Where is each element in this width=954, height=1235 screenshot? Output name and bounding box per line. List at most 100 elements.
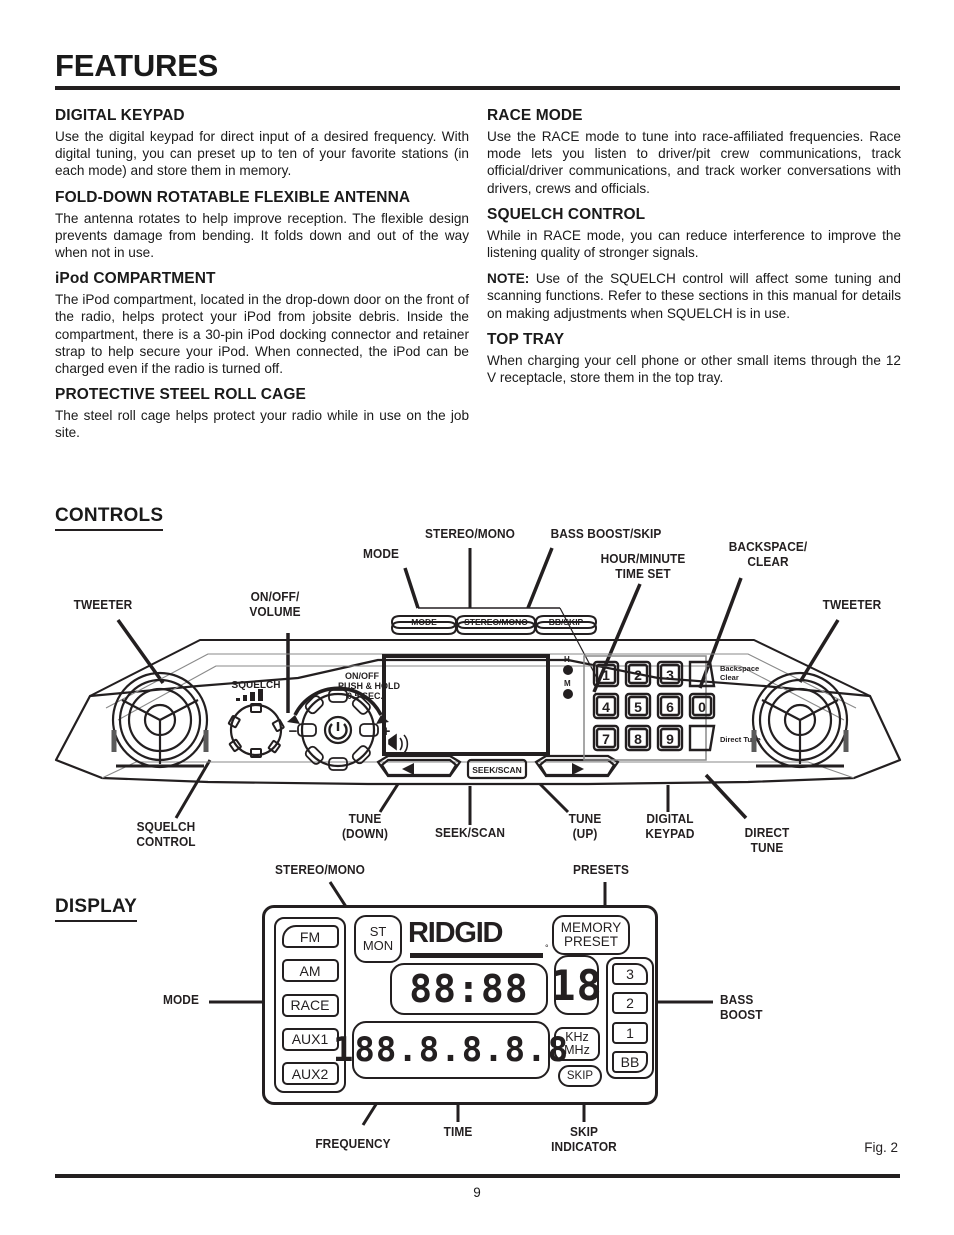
svg-text:3: 3 bbox=[666, 667, 674, 683]
lcd-brand-registered-mark: ° bbox=[545, 943, 549, 953]
lcd-memory-label: MEMORY bbox=[560, 920, 622, 935]
controls-section-heading: CONTROLS bbox=[55, 505, 164, 531]
heading-race-mode: RACE MODE bbox=[487, 107, 583, 124]
svg-text:2: 2 bbox=[634, 667, 642, 683]
callout-mode: MODE bbox=[363, 546, 399, 561]
lcd-preset-1: 1 bbox=[612, 1021, 648, 1044]
callout-tune-up: TUNE (UP) bbox=[568, 811, 602, 841]
paragraph-ipod-compartment: The iPod compartment, located in the dro… bbox=[55, 292, 469, 377]
paragraph-race-mode: Use the RACE mode to tune into race-affi… bbox=[487, 129, 901, 196]
callout-tune-down: TUNE (DOWN) bbox=[341, 811, 389, 841]
svg-text:8: 8 bbox=[634, 731, 642, 747]
lcd-units-indicator: KHz MHz bbox=[554, 1027, 600, 1061]
callout-seek-scan: SEEK/SCAN bbox=[434, 825, 506, 840]
lcd-mhz-label: MHz bbox=[564, 1043, 590, 1057]
lcd-preset-indicator-column: 3 2 1 BB bbox=[606, 957, 654, 1079]
lcd-brand-logo: RIDGID bbox=[408, 917, 504, 949]
svg-text:7: 7 bbox=[602, 731, 610, 747]
lcd-preset-bb: BB bbox=[612, 1050, 648, 1073]
radio-keypad: 123 4560 789 Backspace Clear Direct Tune bbox=[592, 660, 761, 752]
svg-text:6: 6 bbox=[666, 699, 674, 715]
svg-text:0: 0 bbox=[698, 699, 706, 715]
svg-text:1: 1 bbox=[602, 667, 610, 683]
right-text-column: RACE MODE Use the RACE mode to tune into… bbox=[487, 107, 901, 386]
callout-backspace-clear: BACKSPACE/ CLEAR bbox=[728, 539, 808, 569]
title-divider bbox=[55, 86, 900, 90]
page-number: 9 bbox=[473, 1185, 481, 1200]
radio-button-mode-label: MODE bbox=[411, 617, 437, 627]
svg-text:M: M bbox=[564, 679, 571, 688]
heading-top-tray: TOP TRAY bbox=[487, 330, 565, 348]
radio-button-seek-scan-label: SEEK/SCAN bbox=[472, 765, 522, 775]
panel-label-on-off-2: PUSH & HOLD bbox=[338, 681, 401, 691]
radio-lcd-screen bbox=[382, 654, 550, 756]
paragraph-top-tray: When charging your cell phone or other s… bbox=[487, 352, 901, 386]
lcd-brand-underline bbox=[410, 953, 543, 958]
svg-text:H: H bbox=[564, 655, 570, 664]
lcd-memory-digit-value: 18 bbox=[550, 960, 603, 1010]
panel-label-minus: − bbox=[289, 723, 298, 740]
callout-squelch-control: SQUELCH CONTROL bbox=[136, 819, 196, 849]
lcd-time-field: 88:88 bbox=[390, 963, 548, 1015]
lcd-mode-fm: FM bbox=[281, 925, 339, 948]
note-label: NOTE: bbox=[487, 271, 530, 287]
lcd-frequency-field: 188.8.8.8.8 bbox=[333, 1021, 568, 1079]
lcd-mode-aux1: AUX1 bbox=[281, 1027, 339, 1051]
display-section-heading: DISPLAY bbox=[55, 896, 138, 922]
heading-digital-keypad: DIGITAL KEYPAD bbox=[55, 107, 185, 124]
footer-divider bbox=[55, 1174, 900, 1178]
radio-button-bb-skip-label: BB/SKIP bbox=[549, 617, 584, 627]
lcd-mode-aux2: AUX2 bbox=[281, 1062, 339, 1085]
note-text: Use of the SQUELCH control will affect s… bbox=[487, 271, 901, 321]
lcd-preset-2: 2 bbox=[612, 992, 648, 1015]
svg-text:5: 5 bbox=[634, 699, 642, 715]
callout-hour-minute-time-set: HOUR/MINUTE TIME SET bbox=[600, 551, 686, 581]
panel-label-on-off-3: 0.5 SEC. bbox=[347, 691, 383, 701]
callout-display-mode: MODE bbox=[163, 992, 199, 1007]
lcd-mode-race: RACE bbox=[281, 993, 339, 1017]
paragraph-roll-cage: The steel roll cage helps protect your r… bbox=[55, 408, 469, 441]
callout-direct-tune: DIRECT TUNE bbox=[744, 825, 790, 855]
lcd-mon-label: MON bbox=[362, 938, 394, 953]
tune-up-arrow-icon bbox=[572, 763, 584, 775]
heading-antenna: FOLD-DOWN ROTATABLE FLEXIBLE ANTENNA bbox=[55, 188, 411, 206]
radio-top-buttons: MODE STEREO/MONO BB/SKIP bbox=[390, 615, 598, 635]
heading-squelch-control: SQUELCH CONTROL bbox=[487, 205, 646, 223]
heading-roll-cage: PROTECTIVE STEEL ROLL CAGE bbox=[55, 386, 306, 404]
panel-label-clear: Clear bbox=[720, 673, 739, 682]
left-text-column: DIGITAL KEYPAD Use the digital keypad fo… bbox=[55, 107, 469, 442]
tune-down-arrow-icon bbox=[402, 763, 414, 775]
paragraph-antenna: The antenna rotates to help improve rece… bbox=[55, 210, 469, 261]
lcd-display-diagram: FM AM RACE AUX1 AUX2 ST MON RIDGID ° 88:… bbox=[262, 905, 658, 1105]
callout-display-skip-indicator: SKIP INDICATOR bbox=[551, 1124, 617, 1154]
paragraph-digital-keypad: Use the digital keypad for direct input … bbox=[55, 129, 469, 179]
lcd-st-label: ST bbox=[369, 924, 387, 939]
lcd-time-value: 88:88 bbox=[409, 967, 529, 1011]
radio-button-stereo-mono-label: STEREO/MONO bbox=[464, 617, 528, 627]
paragraph-note: NOTE: Use of the SQUELCH control will af… bbox=[487, 270, 901, 322]
lcd-frequency-value: 188.8.8.8.8 bbox=[332, 1030, 570, 1070]
svg-text:4: 4 bbox=[602, 699, 610, 715]
lcd-skip-indicator: SKIP bbox=[558, 1065, 602, 1087]
svg-text:9: 9 bbox=[666, 731, 674, 747]
callout-digital-keypad: DIGITAL KEYPAD bbox=[645, 811, 695, 841]
lcd-preset-3: 3 bbox=[612, 963, 648, 985]
callout-bass-boost-skip: BASS BOOST/SKIP bbox=[550, 526, 662, 541]
lcd-memory-preset-label: MEMORY PRESET bbox=[552, 915, 630, 955]
lcd-mode-am: AM bbox=[281, 959, 339, 983]
figure-caption: Fig. 2 bbox=[864, 1140, 898, 1155]
page-title: FEATURES bbox=[55, 48, 219, 83]
panel-label-backspace: Backspace bbox=[720, 664, 759, 673]
radio-diagram: SQUELCH − + ON/OFF PUSH & HOLD 0.5 SEC. … bbox=[54, 615, 902, 786]
callout-display-frequency: FREQUENCY bbox=[315, 1136, 391, 1151]
lcd-stereo-mono-indicator: ST MON bbox=[354, 915, 402, 963]
radio-seek-tune-buttons: SEEK/SCAN bbox=[376, 754, 620, 780]
heading-ipod-compartment: iPod COMPARTMENT bbox=[55, 270, 216, 288]
callout-display-bass-boost: BASS BOOST bbox=[720, 992, 763, 1022]
panel-label-on-off-1: ON/OFF bbox=[345, 671, 379, 681]
callout-display-presets: PRESETS bbox=[572, 862, 630, 877]
callout-display-time: TIME bbox=[443, 1124, 473, 1139]
callout-display-stereo-mono: STEREO/MONO bbox=[274, 862, 366, 877]
callout-stereo-mono-top: STEREO/MONO bbox=[424, 526, 516, 541]
lcd-memory-preset-number: 18 bbox=[550, 955, 602, 1015]
